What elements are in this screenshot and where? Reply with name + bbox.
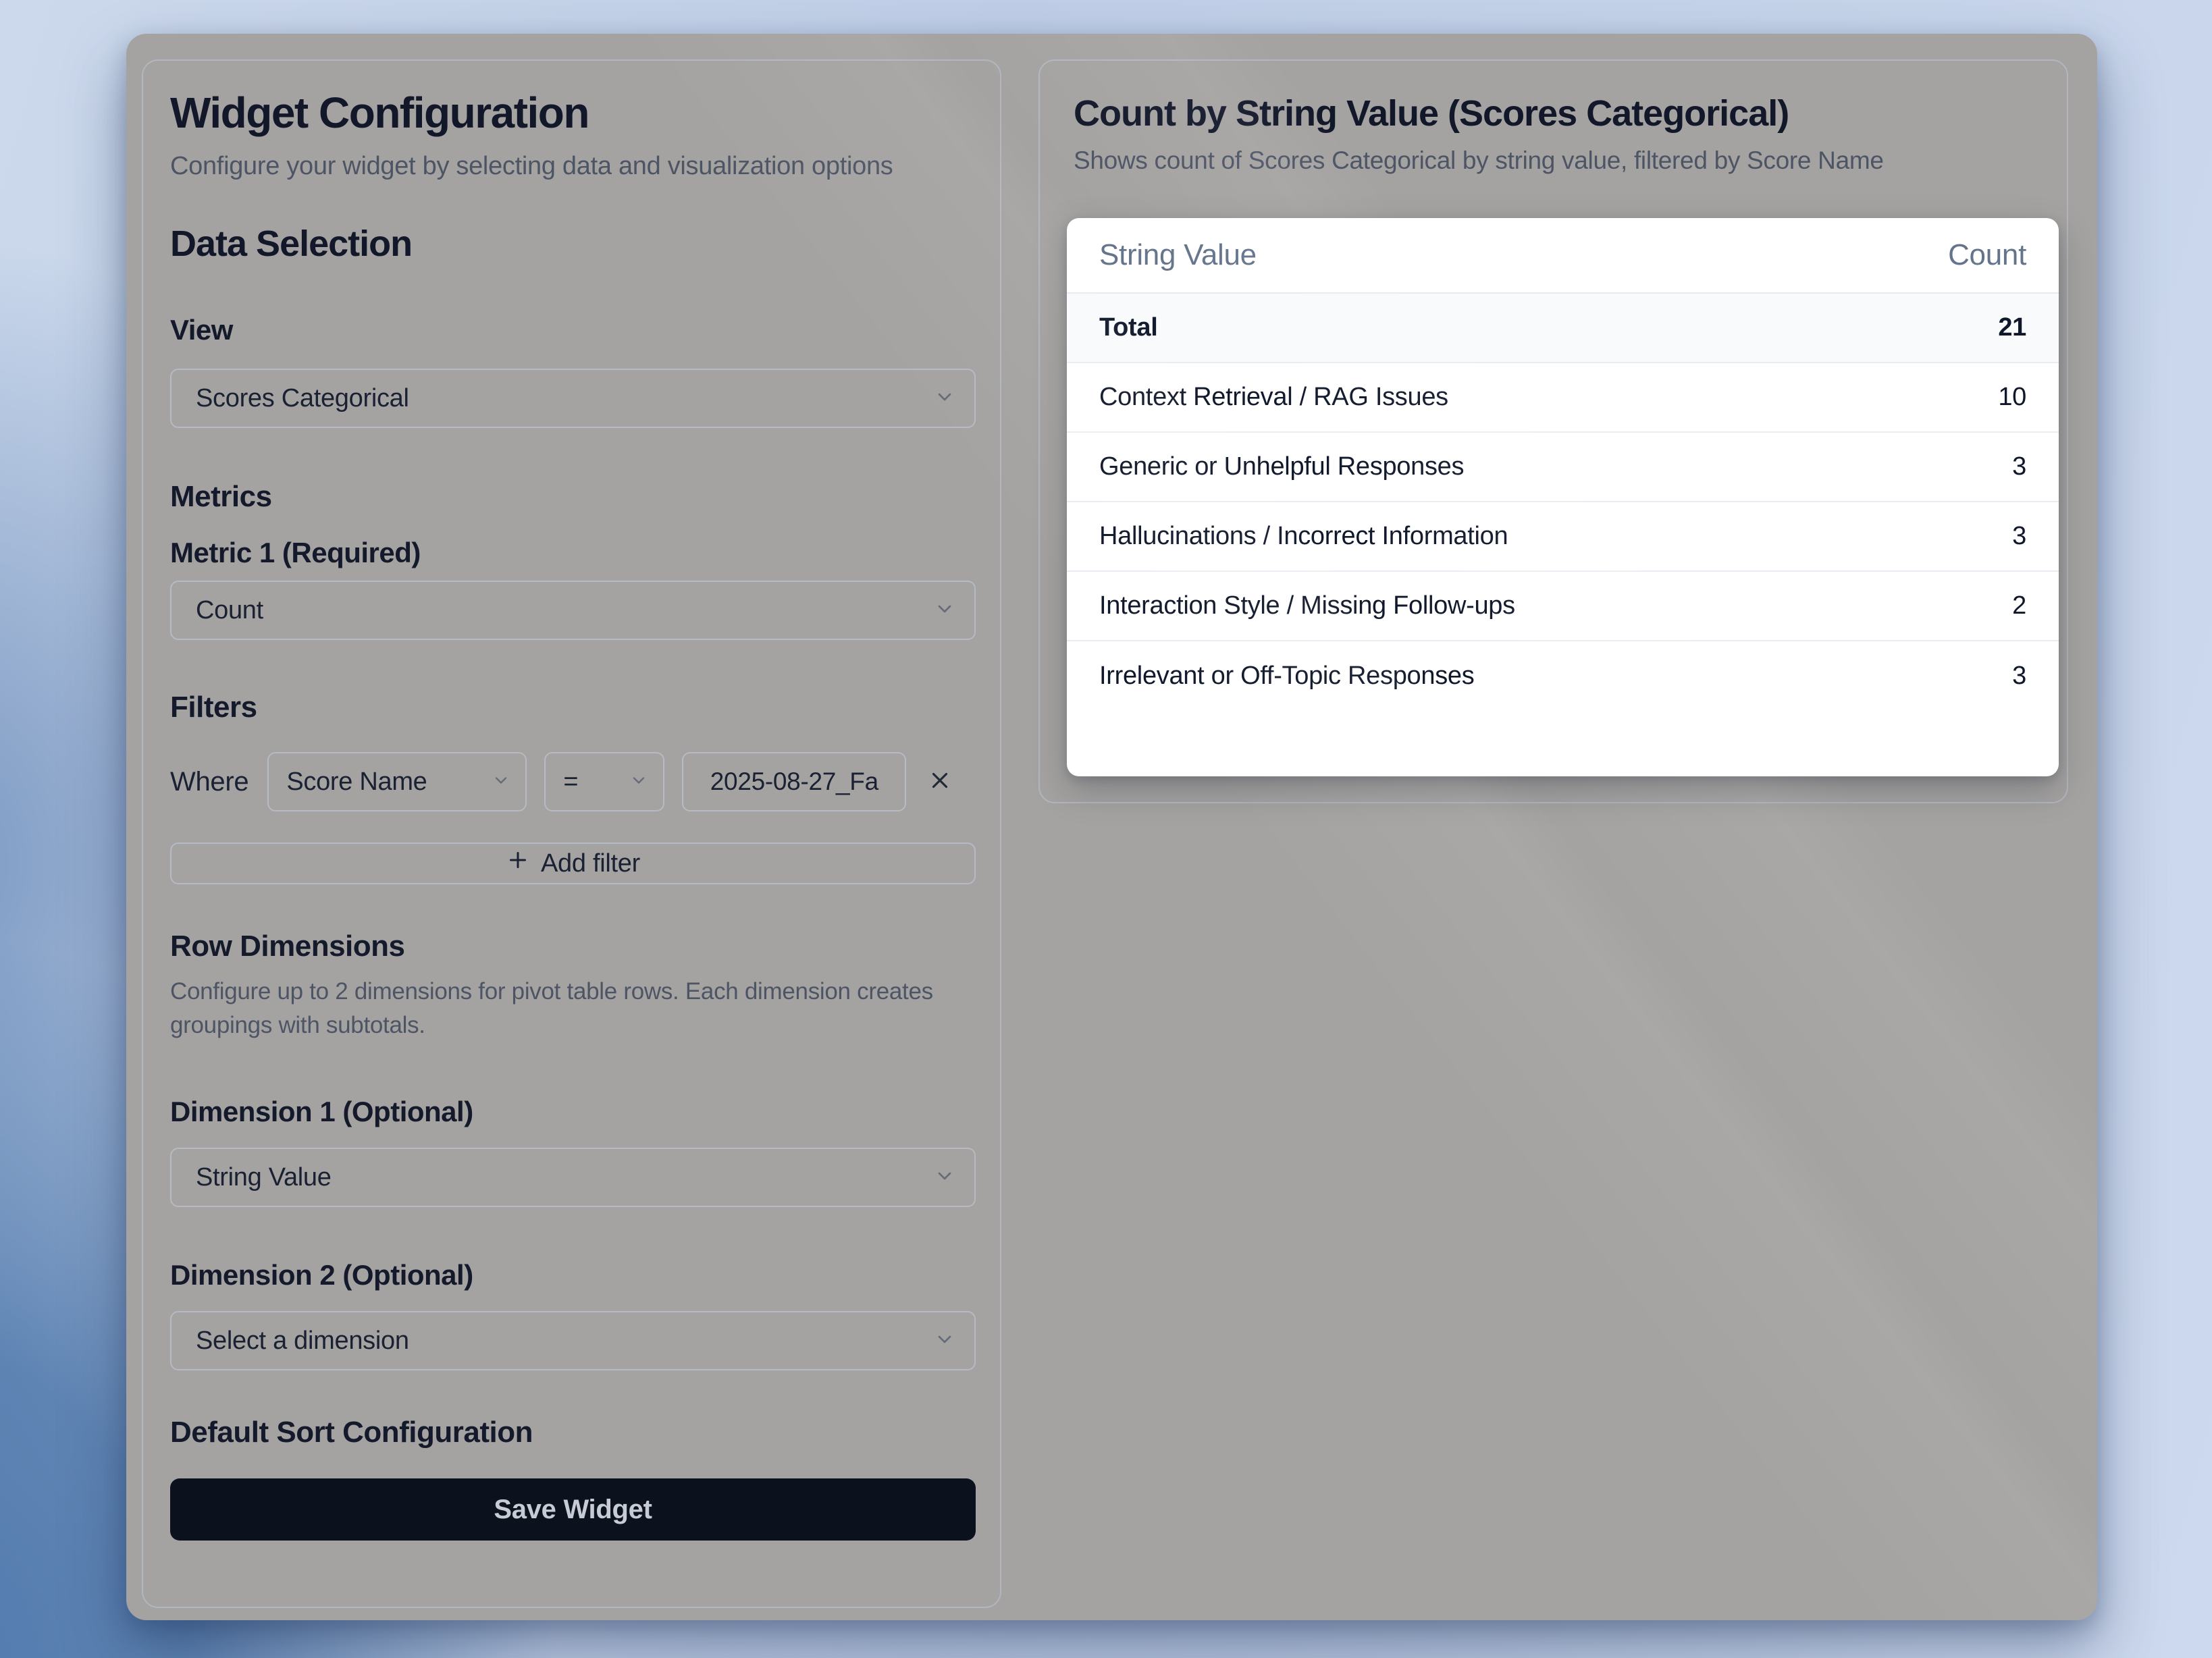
- filter-column-value: Score Name: [286, 768, 427, 797]
- remove-filter-button[interactable]: [924, 766, 956, 798]
- row-count: 3: [2012, 452, 2026, 481]
- metric1-label: Metric 1 (Required): [170, 536, 976, 570]
- pivot-table: String Value Count Total 21 Context Retr…: [1067, 218, 2059, 776]
- table-header-row: String Value Count: [1067, 218, 2059, 294]
- widget-editor-card: Widget Configuration Configure your widg…: [126, 34, 2097, 1620]
- dimension1-select[interactable]: String Value: [170, 1148, 976, 1207]
- dimension1-select-value: String Value: [196, 1163, 332, 1192]
- row-label: Total: [1099, 313, 1157, 342]
- table-row: Hallucinations / Incorrect Information 3: [1067, 502, 2059, 572]
- row-count: 3: [2012, 522, 2026, 551]
- save-widget-button[interactable]: Save Widget: [170, 1478, 976, 1541]
- widget-preview-panel: Count by String Value (Scores Categorica…: [1038, 59, 2068, 803]
- chevron-down-icon: [934, 1329, 955, 1354]
- table-row: Irrelevant or Off-Topic Responses 3: [1067, 641, 2059, 711]
- chevron-down-icon: [934, 386, 955, 411]
- row-dimensions-heading: Row Dimensions: [170, 929, 976, 964]
- row-count: 2: [2012, 591, 2026, 620]
- filter-operator-value: =: [563, 768, 578, 797]
- view-select[interactable]: Scores Categorical: [170, 369, 976, 428]
- save-widget-label: Save Widget: [494, 1495, 652, 1525]
- table-row: Interaction Style / Missing Follow-ups 2: [1067, 572, 2059, 641]
- table-row: Total 21: [1067, 294, 2059, 363]
- default-sort-heading: Default Sort Configuration: [170, 1415, 976, 1450]
- page-title: Widget Configuration: [170, 88, 976, 138]
- row-dimensions-description: Configure up to 2 dimensions for pivot t…: [170, 975, 974, 1042]
- filter-where-label: Where: [170, 767, 248, 797]
- column-header-count: Count: [1948, 238, 2026, 272]
- filter-value-input[interactable]: 2025-08-27_Fa: [682, 752, 906, 811]
- row-label: Hallucinations / Incorrect Information: [1099, 522, 1508, 551]
- dimension2-select-value: Select a dimension: [196, 1327, 409, 1356]
- plus-icon: [506, 848, 530, 879]
- data-selection-heading: Data Selection: [170, 223, 976, 265]
- preview-title: Count by String Value (Scores Categorica…: [1040, 61, 2067, 135]
- dimension2-select[interactable]: Select a dimension: [170, 1311, 976, 1370]
- column-header-string-value: String Value: [1099, 238, 1257, 272]
- metric1-select[interactable]: Count: [170, 581, 976, 640]
- view-label: View: [170, 313, 976, 347]
- dimension1-label: Dimension 1 (Optional): [170, 1095, 976, 1129]
- filter-operator-select[interactable]: =: [544, 752, 664, 811]
- row-label: Interaction Style / Missing Follow-ups: [1099, 591, 1515, 620]
- table-body: Total 21 Context Retrieval / RAG Issues …: [1067, 294, 2059, 711]
- filter-row: Where Score Name = 2025-08-27_Fa: [170, 752, 976, 811]
- chevron-down-icon: [934, 1165, 955, 1190]
- metric1-select-value: Count: [196, 596, 263, 625]
- filters-heading: Filters: [170, 690, 976, 725]
- add-filter-button[interactable]: Add filter: [170, 843, 976, 884]
- chevron-down-icon: [629, 771, 648, 793]
- widget-configuration-panel: Widget Configuration Configure your widg…: [142, 59, 1001, 1608]
- row-label: Irrelevant or Off-Topic Responses: [1099, 662, 1474, 691]
- row-count: 21: [1998, 313, 2026, 342]
- metrics-heading: Metrics: [170, 479, 976, 514]
- row-count: 3: [2012, 662, 2026, 691]
- page-subtitle: Configure your widget by selecting data …: [170, 147, 926, 185]
- dimension2-label: Dimension 2 (Optional): [170, 1258, 976, 1292]
- table-row: Context Retrieval / RAG Issues 10: [1067, 363, 2059, 433]
- filter-column-select[interactable]: Score Name: [267, 752, 527, 811]
- filter-value-text: 2025-08-27_Fa: [710, 768, 878, 796]
- table-row: Generic or Unhelpful Responses 3: [1067, 433, 2059, 502]
- row-label: Generic or Unhelpful Responses: [1099, 452, 1464, 481]
- chevron-down-icon: [934, 598, 955, 623]
- x-icon: [927, 768, 953, 797]
- row-label: Context Retrieval / RAG Issues: [1099, 383, 1448, 412]
- chevron-down-icon: [492, 771, 510, 793]
- preview-subtitle: Shows count of Scores Categorical by str…: [1040, 144, 2067, 177]
- row-count: 10: [1998, 383, 2026, 412]
- add-filter-label: Add filter: [541, 849, 640, 878]
- view-select-value: Scores Categorical: [196, 384, 409, 413]
